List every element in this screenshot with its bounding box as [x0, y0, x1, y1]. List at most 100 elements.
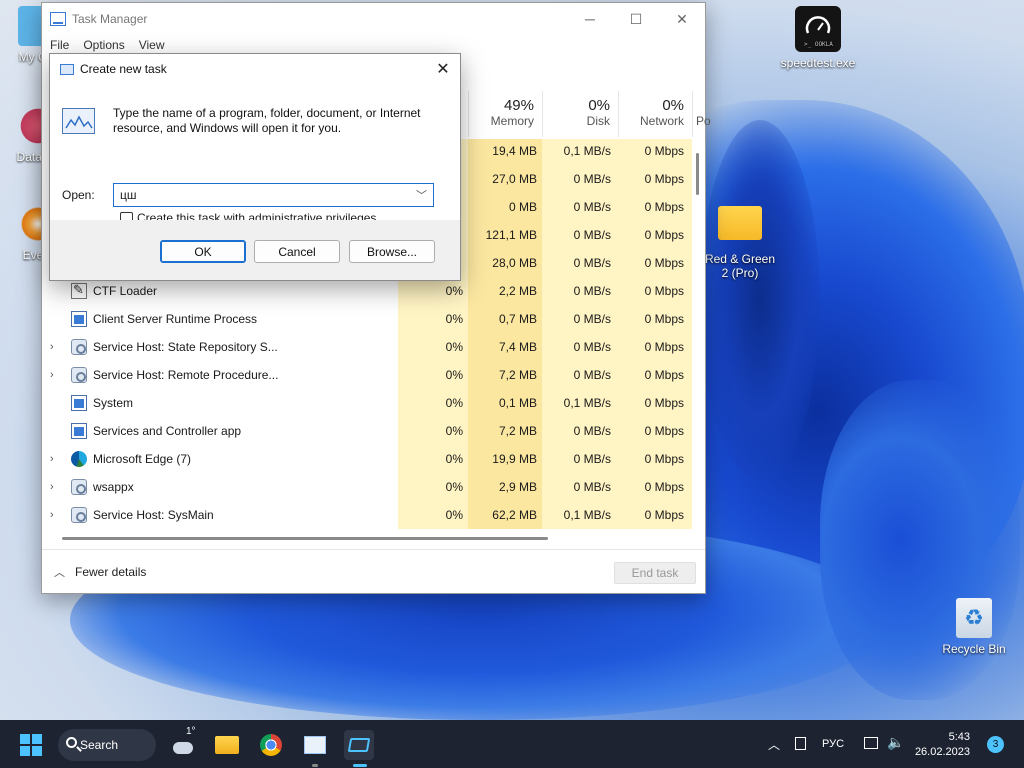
column-header-power[interactable]: Po [692, 91, 711, 137]
folder-icon [718, 206, 762, 240]
clock[interactable]: 5:43 26.02.2023 [890, 730, 970, 760]
active-indicator [353, 764, 367, 767]
desktop-icon-recycle-bin[interactable]: ♻ Recycle Bin [936, 598, 1012, 656]
network-value: 0 Mbps [644, 284, 684, 298]
column-header-disk[interactable]: 0% Disk [542, 91, 618, 137]
cpu-value: 0% [445, 368, 463, 382]
disk-value: 0 MB/s [573, 424, 611, 438]
disk-value: 0 MB/s [573, 228, 611, 242]
browse-button[interactable]: Browse... [349, 240, 435, 263]
dialog-title-bar: Create new task ✕ [50, 54, 460, 84]
svg-text:>_ OOKLA: >_ OOKLA [804, 41, 833, 48]
chevron-up-icon: ︿ [54, 566, 65, 579]
running-indicator [312, 764, 318, 767]
table-row[interactable]: System 0% 0,1 MB 0,1 MB/s 0 Mbps [42, 389, 705, 417]
chrome-icon [260, 734, 282, 756]
memory-value: 2,2 MB [498, 284, 537, 298]
menu-file[interactable]: File [50, 38, 69, 52]
vertical-scrollbar[interactable] [696, 153, 699, 195]
window-icon [71, 423, 87, 439]
table-row[interactable]: Services and Controller app 0% 7,2 MB 0 MB/… [42, 417, 705, 445]
close-button[interactable]: ✕ [659, 3, 705, 35]
disk-value: 0,1 MB/s [563, 396, 611, 410]
network-value: 0 Mbps [644, 340, 684, 354]
cpu-value: 0% [445, 396, 463, 410]
desktop-icon-speedtest[interactable]: >_ OOKLA speedtest.exe [780, 6, 856, 70]
cpu-value: 0% [445, 480, 463, 494]
memory-value: 7,2 MB [498, 368, 537, 382]
memory-value: 2,9 MB [498, 480, 537, 494]
task-manager-footer: ︿ Fewer details End task [42, 549, 705, 593]
create-new-task-dialog: Create new task ✕ Type the name of a pro… [49, 53, 461, 281]
gear-icon [71, 367, 87, 383]
chevron-up-icon[interactable]: ︿ [768, 736, 780, 753]
dialog-close-button[interactable]: ✕ [426, 54, 460, 84]
memory-value: 7,4 MB [498, 340, 537, 354]
cpu-value: 0% [445, 284, 463, 298]
taskbar: Search 1° ︿ РУС 🔈 5:43 26.02.2023 3 [0, 720, 1024, 768]
chevron-right-icon[interactable]: › [50, 481, 60, 493]
table-row[interactable]: › Service Host: Remote Procedure... 0% 7,2 … [42, 361, 705, 389]
table-row[interactable]: CTF Loader 0% 2,2 MB 0 MB/s 0 Mbps [42, 277, 705, 305]
disk-value: 0 MB/s [573, 200, 611, 214]
program-icon [62, 108, 95, 134]
horizontal-scrollbar[interactable] [62, 537, 548, 540]
column-header-memory[interactable]: 49% Memory [468, 91, 542, 137]
file-explorer-button[interactable] [212, 730, 242, 760]
end-task-button[interactable]: End task [614, 562, 696, 584]
open-combobox[interactable]: цш ﹀ [113, 183, 434, 207]
task-manager-icon [304, 736, 326, 754]
menu-options[interactable]: Options [83, 38, 124, 52]
memory-value: 19,9 MB [492, 452, 537, 466]
network-icon[interactable] [864, 737, 878, 749]
network-value: 0 Mbps [644, 396, 684, 410]
table-row[interactable]: › Service Host: SysMain 0% 62,2 MB 0,1 MB/s 0… [42, 501, 705, 529]
recycle-bin-icon: ♻ [956, 598, 992, 638]
chevron-right-icon[interactable]: › [50, 509, 60, 521]
open-label: Open: [62, 188, 95, 202]
start-button[interactable] [20, 734, 42, 756]
disk-value: 0 MB/s [573, 480, 611, 494]
network-value: 0 Mbps [644, 508, 684, 522]
minimize-button[interactable]: ─ [567, 3, 613, 35]
run-icon [60, 63, 74, 75]
disk-value: 0 MB/s [573, 368, 611, 382]
open-input-value[interactable]: цш [120, 188, 137, 202]
clock-time: 5:43 [948, 731, 970, 743]
cancel-button[interactable]: Cancel [254, 240, 340, 263]
taskbar-search[interactable]: Search [58, 729, 156, 761]
title-bar: Task Manager ─ ☐ ✕ [42, 3, 705, 35]
ok-button[interactable]: OK [160, 240, 246, 263]
process-name: wsappx [93, 480, 134, 494]
maximize-button[interactable]: ☐ [613, 3, 659, 35]
network-value: 0 Mbps [644, 424, 684, 438]
wallpaper-bloom [700, 120, 820, 480]
cpu-value: 0% [445, 452, 463, 466]
desktop-icon-red-green[interactable]: Red & Green 2 (Pro) [702, 206, 778, 280]
menu-view[interactable]: View [139, 38, 165, 52]
chevron-right-icon[interactable]: › [50, 369, 60, 381]
process-name: Services and Controller app [93, 424, 242, 438]
disk-value: 0 MB/s [573, 284, 611, 298]
table-row[interactable]: › wsappx 0% 2,9 MB 0 MB/s 0 Mbps [42, 473, 705, 501]
chevron-right-icon[interactable]: › [50, 453, 60, 465]
fewer-details-button[interactable]: ︿ Fewer details [42, 564, 146, 580]
chrome-button[interactable] [256, 730, 286, 760]
device-icon[interactable] [795, 737, 806, 750]
chevron-down-icon[interactable]: ﹀ [416, 187, 427, 203]
language-indicator[interactable]: РУС [822, 738, 844, 750]
disk-value: 0 MB/s [573, 172, 611, 186]
task-manager-taskbar-button[interactable] [300, 730, 330, 760]
table-row[interactable]: Client Server Runtime Process 0% 0,7 MB 0 M… [42, 305, 705, 333]
run-dialog-taskbar-button[interactable] [344, 730, 374, 760]
chevron-right-icon[interactable]: › [50, 341, 60, 353]
notification-badge[interactable]: 3 [987, 736, 1004, 753]
weather-widget[interactable]: 1° [168, 726, 198, 760]
window-icon [71, 395, 87, 411]
table-row[interactable]: › Service Host: State Repository S... 0% 7,… [42, 333, 705, 361]
table-row[interactable]: › Microsoft Edge (7) 0% 19,9 MB 0 MB/s 0 Mbps [42, 445, 705, 473]
memory-value: 0,7 MB [498, 312, 537, 326]
disk-value: 0 MB/s [573, 256, 611, 270]
task-manager-icon [50, 12, 66, 26]
column-header-network[interactable]: 0% Network [618, 91, 692, 137]
